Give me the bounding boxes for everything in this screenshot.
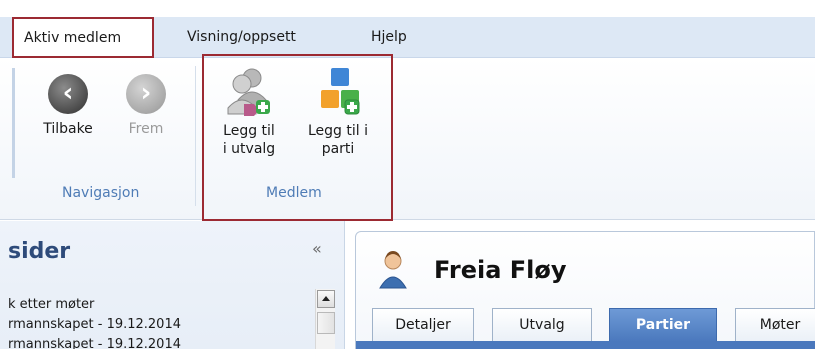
- vertical-scrollbar[interactable]: [315, 289, 335, 349]
- list-item[interactable]: k etter møter: [8, 297, 94, 312]
- medlem-group-highlight: [202, 54, 393, 221]
- forward-button-label: Frem: [128, 121, 164, 137]
- list-item[interactable]: rmannskapet - 19.12.2014: [8, 317, 181, 332]
- member-panel: Freia Fløy Detaljer Utvalg Partier Møter: [355, 231, 815, 349]
- forward-button[interactable]: › Frem: [118, 74, 174, 138]
- list-item[interactable]: rmannskapet - 19.12.2014: [8, 337, 181, 349]
- scroll-up-button[interactable]: [317, 290, 335, 308]
- ribbon-left-edge: [12, 68, 15, 178]
- menu-bar: Aktiv medlem Visning/oppsett Hjelp: [0, 0, 815, 58]
- collapse-panel-button[interactable]: «: [312, 239, 322, 258]
- tab-moter[interactable]: Møter: [735, 308, 815, 342]
- arrow-right-icon: ›: [126, 74, 166, 114]
- tab-detaljer[interactable]: Detaljer: [372, 308, 474, 342]
- ribbon: ‹ Tilbake › Frem Navigasjon Legg til i u…: [0, 58, 815, 220]
- back-button-label: Tilbake: [43, 121, 93, 137]
- scroll-thumb[interactable]: [317, 312, 335, 334]
- group-label-navigasjon: Navigasjon: [62, 185, 140, 201]
- left-panel: sider « k etter møter rmannskapet - 19.1…: [0, 221, 345, 349]
- tab-visning-oppsett[interactable]: Visning/oppsett: [187, 17, 296, 58]
- tab-content-bar: [356, 341, 815, 349]
- back-button[interactable]: ‹ Tilbake: [38, 74, 98, 138]
- arrow-left-icon: ‹: [48, 74, 88, 114]
- tab-utvalg[interactable]: Utvalg: [492, 308, 592, 342]
- tab-aktiv-medlem[interactable]: Aktiv medlem: [12, 17, 154, 58]
- group-separator: [195, 66, 196, 206]
- left-panel-title: sider: [8, 239, 71, 264]
- tab-hjelp[interactable]: Hjelp: [371, 17, 407, 58]
- tab-partier[interactable]: Partier: [609, 308, 717, 342]
- person-icon: [379, 251, 407, 289]
- member-name: Freia Fløy: [434, 256, 567, 284]
